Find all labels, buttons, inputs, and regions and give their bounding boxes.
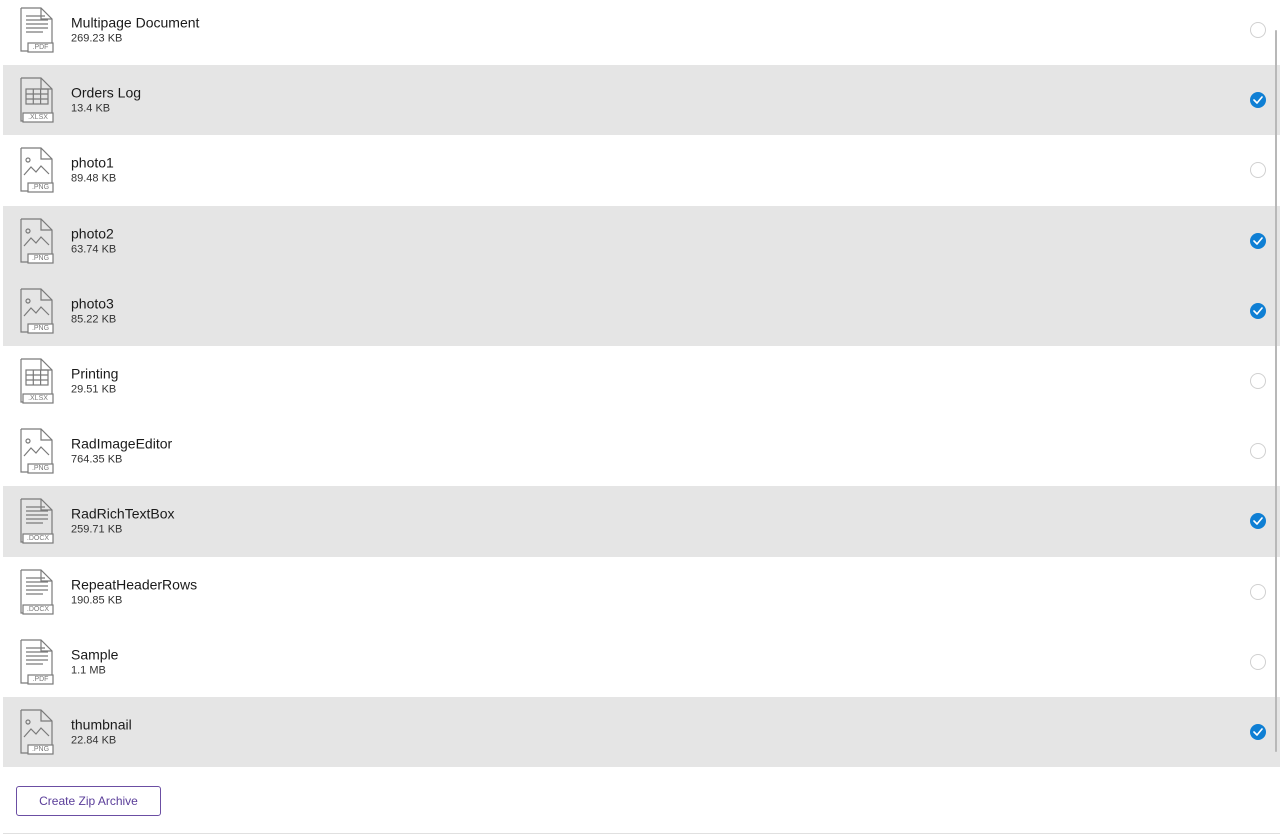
unchecked-radio[interactable] [1250,653,1266,670]
file-row[interactable]: .PNG RadImageEditor 764.35 KB [3,416,1280,487]
file-info: RadImageEditor 764.35 KB [71,435,172,468]
file-info: Multipage Document 269.23 KB [71,14,199,47]
checked-radio[interactable] [1250,723,1266,740]
file-size: 190.85 KB [71,594,123,607]
unchecked-radio[interactable] [1250,162,1266,179]
file-size: 764.35 KB [71,453,123,466]
file-info: thumbnail 22.84 KB [71,715,132,748]
file-info: photo2 63.74 KB [71,224,116,257]
file-size: 22.84 KB [71,734,117,747]
png-file-icon: .PNG [19,428,55,474]
file-name: RadImageEditor [71,435,173,452]
file-type-label: .PDF [32,44,49,52]
png-file-icon: .PNG [19,218,55,264]
file-type-label: .XLSX [28,395,48,403]
file-name: photo1 [71,154,114,171]
file-size: 259.71 KB [71,523,123,536]
file-type-label: .XLSX [28,114,48,122]
file-info: RepeatHeaderRows 190.85 KB [71,575,197,608]
file-name: RadRichTextBox [71,505,175,522]
unchecked-radio[interactable] [1250,22,1266,39]
xlsx-file-icon: .XLSX [19,358,55,404]
file-type-label: .DOCX [26,535,50,543]
docx-file-icon: .DOCX [19,498,55,545]
file-row[interactable]: .PNG photo2 63.74 KB [3,205,1280,276]
pdf-file-icon: .PDF [19,7,55,53]
file-info: RadRichTextBox 259.71 KB [71,505,175,538]
file-type-label: .PNG [31,745,50,753]
unchecked-radio[interactable] [1250,443,1266,460]
docx-file-icon: .DOCX [19,568,55,615]
file-type-label: .DOCX [26,605,50,613]
file-picker-window: .PDF Multipage Document 269.23 KB .XLSX Orde… [0,0,1280,837]
png-file-icon: .PNG [19,147,55,194]
file-name: Orders Log [71,84,142,101]
unchecked-radio[interactable] [1250,583,1266,600]
list-scrollbar[interactable] [1275,30,1277,752]
file-row[interactable]: .DOCX RepeatHeaderRows 190.85 KB [3,556,1280,627]
checkmark-icon [1253,236,1263,245]
checked-radio[interactable] [1250,92,1266,109]
file-size: 29.51 KB [71,383,117,396]
png-file-icon: .PNG [19,288,55,334]
file-name: Printing [71,365,119,382]
file-type-label: .PNG [31,324,50,332]
create-zip-archive-button[interactable]: Create Zip Archive [16,786,161,816]
unchecked-radio[interactable] [1250,373,1266,390]
file-size: 85.22 KB [71,313,117,326]
file-name: Multipage Document [71,14,200,31]
png-file-icon: .PNG [19,709,55,755]
checked-radio[interactable] [1250,513,1266,530]
file-size: 1.1 MB [71,664,106,677]
file-info: photo3 85.22 KB [71,294,116,327]
file-size: 63.74 KB [71,243,117,256]
file-list: .PDF Multipage Document 269.23 KB .XLSX Orde… [3,0,1280,767]
file-size: 13.4 KB [71,102,111,115]
xlsx-file-icon: .XLSX [19,77,55,123]
file-type-label: .PNG [31,254,50,262]
file-type-label: .PDF [32,675,49,683]
file-name: thumbnail [71,716,132,733]
file-info: Orders Log 13.4 KB [71,84,141,117]
bottom-divider [3,833,1280,834]
file-row[interactable]: .XLSX Printing 29.51 KB [3,345,1280,417]
checkmark-icon [1253,517,1263,526]
checkmark-icon [1253,307,1263,315]
file-name: Sample [71,646,119,663]
file-name: photo2 [71,225,114,242]
file-name: photo3 [71,295,114,312]
file-row[interactable]: .PNG photo1 89.48 KB [3,135,1280,206]
file-row[interactable]: .PDF Sample 1.1 MB [3,626,1280,697]
file-info: Printing 29.51 KB [71,365,118,398]
file-info: photo1 89.48 KB [71,154,116,187]
checked-radio[interactable] [1250,232,1266,249]
checkmark-icon [1253,96,1263,105]
file-row[interactable]: .PNG thumbnail 22.84 KB [3,696,1280,767]
file-row[interactable]: .PDF Multipage Document 269.23 KB [3,0,1280,66]
file-row[interactable]: .XLSX Orders Log 13.4 KB [3,65,1280,136]
pdf-file-icon: .PDF [19,639,55,685]
checkmark-icon [1253,728,1263,736]
file-name: RepeatHeaderRows [71,576,198,593]
file-type-label: .PNG [31,184,50,192]
file-type-label: .PNG [31,465,50,473]
file-size: 89.48 KB [71,172,117,185]
file-info: Sample 1.1 MB [71,645,118,678]
file-row[interactable]: .PNG photo3 85.22 KB [3,275,1280,346]
footer-bar: Create Zip Archive [3,767,1280,833]
file-row[interactable]: .DOCX RadRichTextBox 259.71 KB [3,486,1280,557]
checked-radio[interactable] [1250,302,1266,319]
file-size: 269.23 KB [71,32,123,45]
